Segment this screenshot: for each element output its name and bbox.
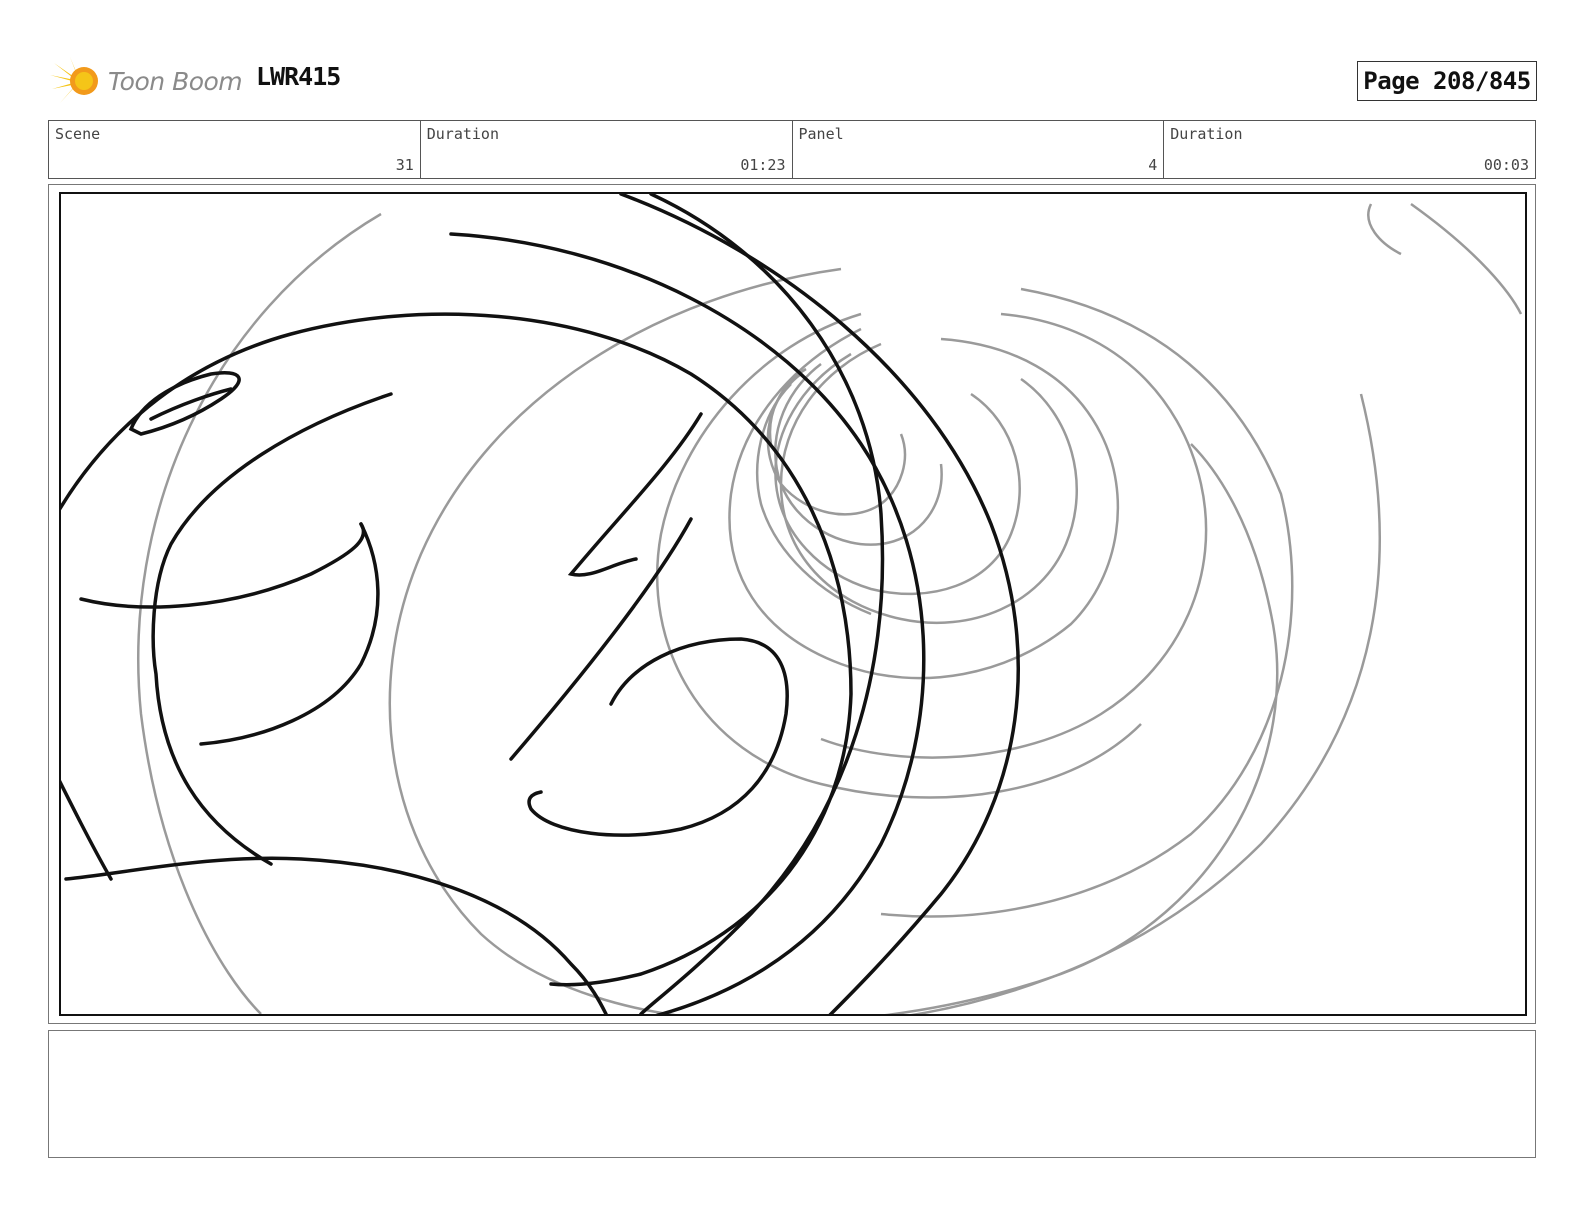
panel-label: Panel <box>798 125 844 143</box>
panel-sketch <box>61 194 1523 1014</box>
sketch-black-lines <box>61 194 1020 1014</box>
scene-duration-cell: Duration 01:23 <box>421 121 793 178</box>
panel-duration-cell: Duration 00:03 <box>1164 121 1535 178</box>
scene-label: Scene <box>55 125 101 143</box>
storyboard-panel <box>59 192 1527 1016</box>
panel-cell: Panel 4 <box>793 121 1165 178</box>
scene-cell: Scene 31 <box>49 121 421 178</box>
panel-duration-label: Duration <box>1170 125 1243 143</box>
scene-duration-value: 01:23 <box>740 156 786 174</box>
scene-duration-label: Duration <box>426 125 499 143</box>
panel-duration-value: 00:03 <box>1483 156 1529 174</box>
page-number: Page 208/845 <box>1357 61 1537 101</box>
project-code: LWR415 <box>256 62 341 91</box>
panel-notes <box>48 1030 1536 1158</box>
toon-boom-logo: Toon Boom <box>50 55 243 107</box>
sketch-gray-rings <box>137 202 1523 1014</box>
panel-value: 4 <box>1148 156 1158 174</box>
info-bar: Scene 31 Duration 01:23 Panel 4 Duration… <box>48 120 1536 179</box>
scene-value: 31 <box>395 156 414 174</box>
toon-boom-star-icon <box>50 57 98 103</box>
logo-text: Toon Boom <box>108 66 243 96</box>
